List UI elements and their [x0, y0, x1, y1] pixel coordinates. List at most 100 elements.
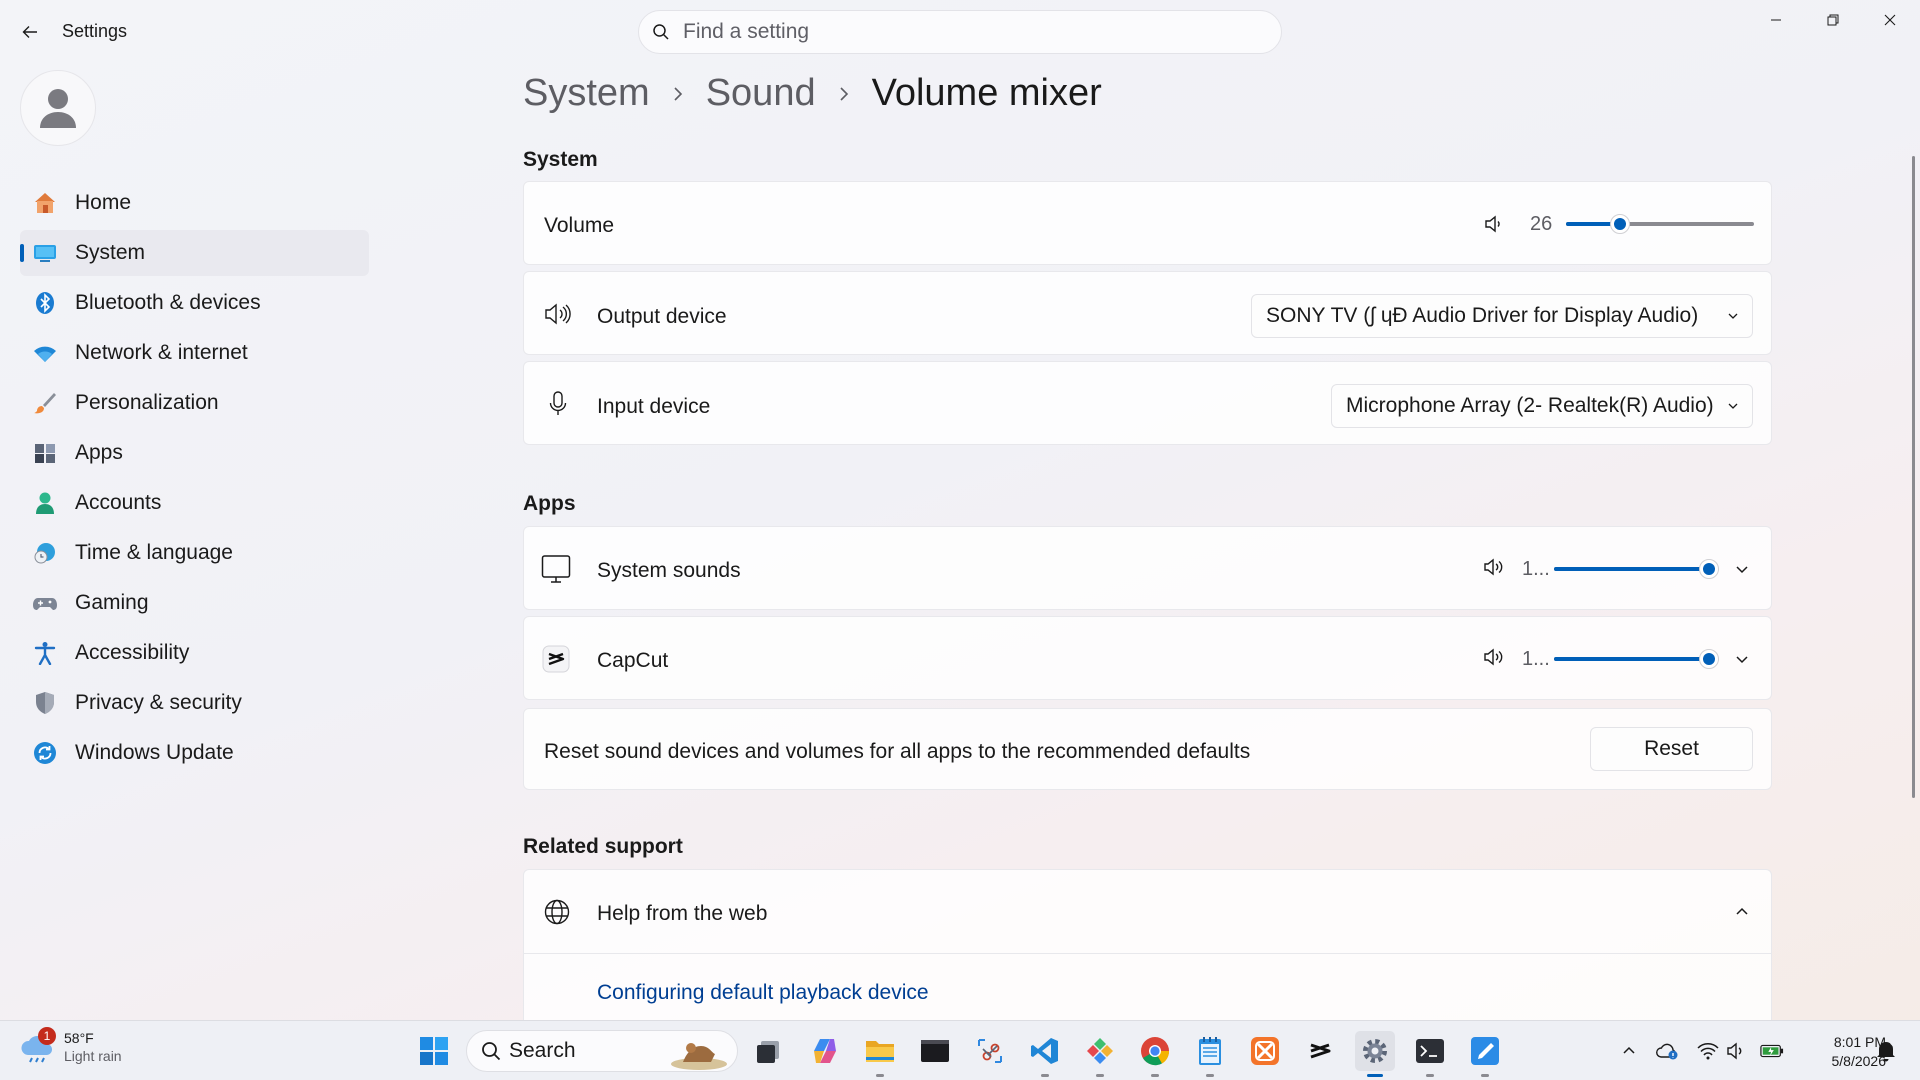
volume-slider[interactable] [1566, 214, 1754, 234]
sidebar-item-system[interactable]: System [20, 230, 369, 276]
monitor-icon [540, 553, 572, 585]
console-icon [921, 1040, 949, 1062]
help-header[interactable]: Help from the web [524, 870, 1771, 954]
user-avatar[interactable] [20, 70, 96, 146]
help-card: Help from the web Configuring default pl… [523, 869, 1772, 1029]
help-label: Help from the web [597, 902, 768, 925]
taskbar-copilot[interactable] [805, 1031, 845, 1071]
taskbar-terminal[interactable] [1410, 1031, 1450, 1077]
slider-thumb[interactable] [1610, 214, 1630, 234]
taskbar-task-view[interactable] [748, 1031, 788, 1071]
scissors-icon [978, 1039, 1002, 1063]
title-bar: Settings [0, 0, 1920, 64]
sidebar-item-network[interactable]: Network & internet [20, 330, 369, 376]
onedrive-icon[interactable] [1656, 1039, 1680, 1063]
input-device-value: Microphone Array (2- Realtek(R) Audio) [1346, 394, 1714, 417]
sidebar-item-bluetooth[interactable]: Bluetooth & devices [20, 280, 369, 326]
taskbar-settings[interactable] [1355, 1031, 1395, 1077]
sidebar-item-gaming[interactable]: Gaming [20, 580, 369, 626]
taskbar-vscode[interactable] [1025, 1031, 1065, 1077]
clock-date: 5/8/2026 [1831, 1053, 1887, 1069]
chevron-up-icon[interactable] [1617, 1039, 1641, 1063]
app-volume-slider[interactable] [1554, 559, 1719, 579]
home-icon [32, 190, 58, 216]
scrollbar[interactable] [1912, 156, 1915, 798]
windows-logo-icon [420, 1037, 448, 1065]
controller-icon [32, 590, 58, 616]
sidebar-item-accounts[interactable]: Accounts [20, 480, 369, 526]
collapse-button[interactable] [1726, 896, 1758, 928]
apps-icon [32, 440, 58, 466]
close-button[interactable] [1862, 4, 1918, 36]
sidebar-item-windows-update[interactable]: Windows Update [20, 730, 369, 776]
volume-icon[interactable] [1724, 1039, 1748, 1063]
sidebar-item-accessibility[interactable]: Accessibility [20, 630, 369, 676]
speaker-loud-icon[interactable] [1478, 641, 1510, 673]
running-indicator [1426, 1074, 1434, 1077]
app-volume-slider[interactable] [1554, 649, 1719, 669]
restore-button[interactable] [1805, 4, 1861, 36]
input-device-card: Input device Microphone Array (2- Realte… [523, 361, 1772, 445]
reset-button[interactable]: Reset [1590, 727, 1753, 771]
sidebar-item-label: Network & internet [75, 341, 248, 364]
taskbar-app-gem[interactable] [1080, 1031, 1120, 1077]
sidebar-item-home[interactable]: Home [20, 180, 369, 226]
speaker-loud-icon[interactable] [1478, 551, 1510, 583]
sidebar-item-label: Bluetooth & devices [75, 291, 261, 314]
taskbar-terminal-dark[interactable] [915, 1031, 955, 1071]
start-button[interactable] [414, 1031, 454, 1071]
sidebar-item-apps[interactable]: Apps [20, 430, 369, 476]
help-link[interactable]: Configuring default playback device [597, 981, 929, 1005]
sidebar-item-time-language[interactable]: Time & language [20, 530, 369, 576]
breadcrumb-system[interactable]: System [523, 72, 650, 115]
speaker-loud-icon [542, 298, 574, 330]
minimize-button[interactable] [1748, 4, 1804, 36]
sidebar-item-personalization[interactable]: Personalization [20, 380, 369, 426]
restore-icon [1827, 14, 1839, 26]
person-avatar-icon [40, 89, 76, 128]
input-device-dropdown[interactable]: Microphone Array (2- Realtek(R) Audio) [1331, 384, 1753, 428]
chevron-down-icon [1728, 403, 1738, 409]
running-indicator [1096, 1074, 1104, 1077]
notification-bell-icon[interactable] [1874, 1039, 1898, 1063]
slider-thumb[interactable] [1699, 559, 1719, 579]
taskbar-xampp[interactable] [1245, 1031, 1285, 1071]
taskbar-paint[interactable] [1465, 1031, 1505, 1077]
speaker-icon[interactable] [1478, 208, 1510, 240]
taskbar-snipping-tool[interactable] [970, 1031, 1010, 1071]
output-device-card: Output device SONY TV (ʃ ɥĐ Audio Driver… [523, 271, 1772, 355]
section-title-system: System [523, 148, 598, 171]
rain-cloud-icon: 1 [20, 1027, 56, 1065]
chevron-down-icon [1736, 566, 1748, 574]
close-icon [1884, 14, 1896, 26]
sidebar-item-privacy[interactable]: Privacy & security [20, 680, 369, 726]
page-title: Volume mixer [871, 72, 1102, 114]
taskbar-chrome[interactable] [1135, 1031, 1175, 1077]
battery-charging-icon[interactable] [1760, 1039, 1784, 1063]
back-button[interactable] [14, 16, 46, 48]
app-name: CapCut [597, 649, 669, 672]
taskbar-notepad[interactable] [1190, 1031, 1230, 1077]
taskbar-capcut[interactable] [1300, 1031, 1340, 1071]
capcut-icon [540, 643, 572, 675]
task-view-icon [757, 1041, 779, 1063]
chevron-right-icon [672, 86, 684, 102]
bluetooth-icon [32, 290, 58, 316]
notification-badge: 1 [38, 1027, 56, 1045]
output-device-dropdown[interactable]: SONY TV (ʃ ɥĐ Audio Driver for Display A… [1251, 294, 1753, 338]
weather-temperature: 58°F [64, 1030, 94, 1046]
wifi-icon[interactable] [1696, 1039, 1720, 1063]
expand-button[interactable] [1726, 643, 1758, 675]
taskbar-file-explorer[interactable] [860, 1031, 900, 1077]
taskbar-search[interactable]: Search [466, 1030, 738, 1072]
settings-search[interactable] [638, 10, 1282, 54]
globe-clock-icon [32, 540, 58, 566]
reset-card: Reset sound devices and volumes for all … [523, 708, 1772, 790]
search-input[interactable] [683, 20, 1243, 44]
clock[interactable]: 8:01 PM 5/8/2026 [1794, 1033, 1887, 1071]
breadcrumb-sound[interactable]: Sound [706, 72, 816, 115]
expand-button[interactable] [1726, 553, 1758, 585]
vscode-icon [1031, 1038, 1058, 1064]
slider-thumb[interactable] [1699, 649, 1719, 669]
weather-widget[interactable]: 1 58°F Light rain [20, 1027, 122, 1065]
